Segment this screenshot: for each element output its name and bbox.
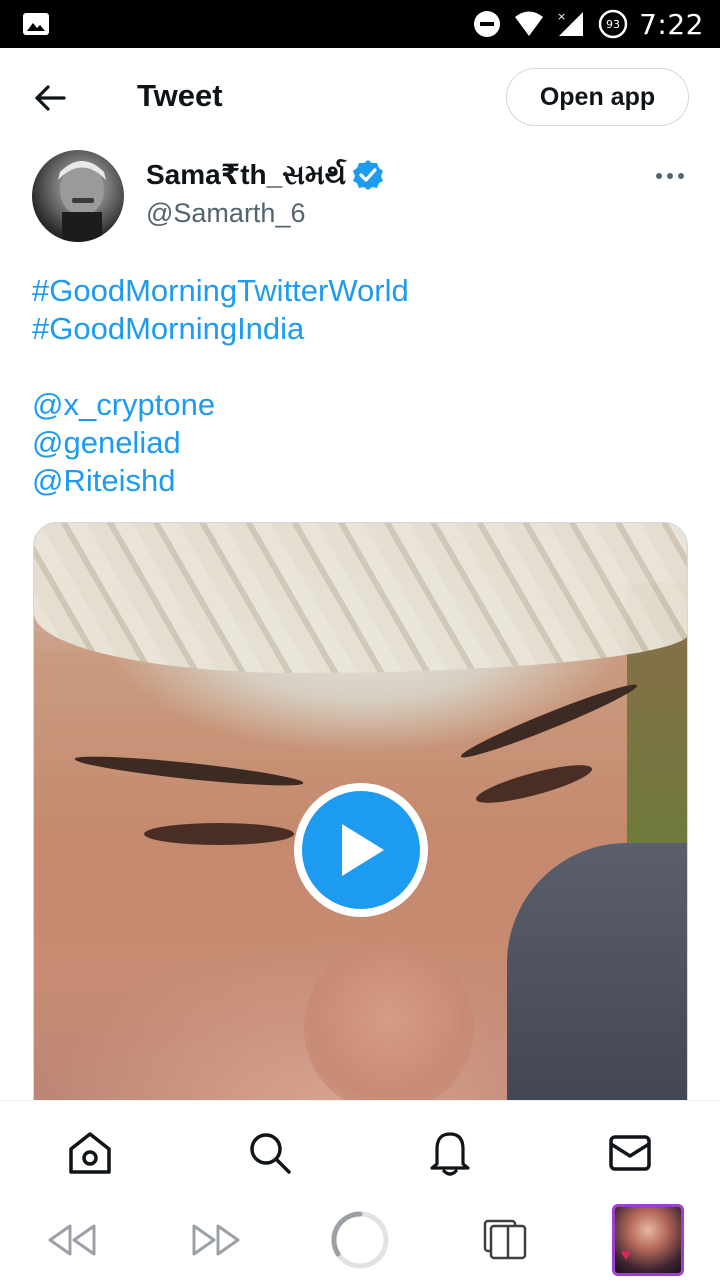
wifi-icon xyxy=(515,11,544,36)
author-name-text: Sama₹th_સમર્થ xyxy=(146,159,347,190)
fast-forward-button[interactable] xyxy=(188,1208,244,1272)
hashtag-link[interactable]: #GoodMorningTwitterWorld xyxy=(32,272,682,310)
hashtag-link[interactable]: #GoodMorningIndia xyxy=(32,310,682,348)
author-handle[interactable]: @Samarth_6 xyxy=(146,198,305,229)
video-frame-eye xyxy=(473,757,595,811)
do-not-disturb-icon xyxy=(474,11,501,37)
recent-app-thumbnail: ♥ xyxy=(612,1204,684,1276)
home-icon xyxy=(69,1132,111,1174)
nav-messages[interactable] xyxy=(606,1129,654,1177)
open-app-button[interactable]: Open app xyxy=(506,68,689,126)
verified-badge-icon xyxy=(353,160,384,190)
status-bar: × 93 7:22 xyxy=(0,0,720,48)
play-button[interactable] xyxy=(294,783,428,917)
recent-app-button[interactable]: ♥ xyxy=(610,1204,686,1276)
svg-text:×: × xyxy=(557,10,566,23)
heart-icon: ♥ xyxy=(621,1247,631,1264)
video-frame-eyebrow xyxy=(73,751,305,791)
tabs-icon xyxy=(483,1219,527,1260)
video-media[interactable] xyxy=(33,522,688,1142)
mention-link[interactable]: @Riteishd xyxy=(32,462,682,500)
cellular-signal-icon: × xyxy=(557,10,584,36)
bottom-navigation xyxy=(0,1100,720,1200)
nav-home[interactable] xyxy=(66,1129,114,1177)
more-options-button[interactable] xyxy=(650,160,690,192)
fast-forward-icon xyxy=(192,1224,240,1256)
page-title: Tweet xyxy=(137,78,223,113)
messages-icon xyxy=(609,1135,651,1171)
notifications-icon xyxy=(430,1132,470,1176)
video-frame-nose xyxy=(304,943,474,1113)
author-name[interactable]: Sama₹th_સમર્થ xyxy=(146,158,384,192)
clock: 7:22 xyxy=(639,7,704,41)
tabs-button[interactable] xyxy=(478,1208,534,1272)
loading-icon xyxy=(331,1211,389,1269)
mention-link[interactable]: @geneliad xyxy=(32,424,682,462)
nav-search[interactable] xyxy=(246,1129,294,1177)
avatar[interactable] xyxy=(32,150,124,242)
video-frame-eyebrow xyxy=(457,677,641,765)
loading-button[interactable] xyxy=(328,1208,392,1272)
mention-link[interactable]: @x_cryptone xyxy=(32,386,682,424)
search-icon xyxy=(250,1133,291,1174)
top-app-bar: Tweet Open app xyxy=(0,48,720,144)
more-horizontal-icon xyxy=(656,173,684,179)
rewind-button[interactable] xyxy=(44,1208,100,1272)
back-button[interactable] xyxy=(28,76,72,120)
nav-notifications[interactable] xyxy=(426,1129,474,1177)
rewind-icon xyxy=(48,1224,96,1256)
svg-text:93: 93 xyxy=(606,18,620,31)
browser-toolbar: ♥ xyxy=(0,1200,720,1280)
video-frame-beanie xyxy=(34,523,687,673)
battery-icon: 93 xyxy=(598,9,628,39)
avatar-portrait-image xyxy=(58,161,106,242)
play-icon xyxy=(342,824,384,876)
play-circle xyxy=(302,791,420,909)
arrow-left-icon xyxy=(35,85,66,111)
gallery-notification-icon xyxy=(23,13,49,35)
video-frame-eye xyxy=(144,823,294,845)
video-frame-jacket xyxy=(507,843,687,1141)
tweet-text: #GoodMorningTwitterWorld #GoodMorningInd… xyxy=(32,272,682,500)
